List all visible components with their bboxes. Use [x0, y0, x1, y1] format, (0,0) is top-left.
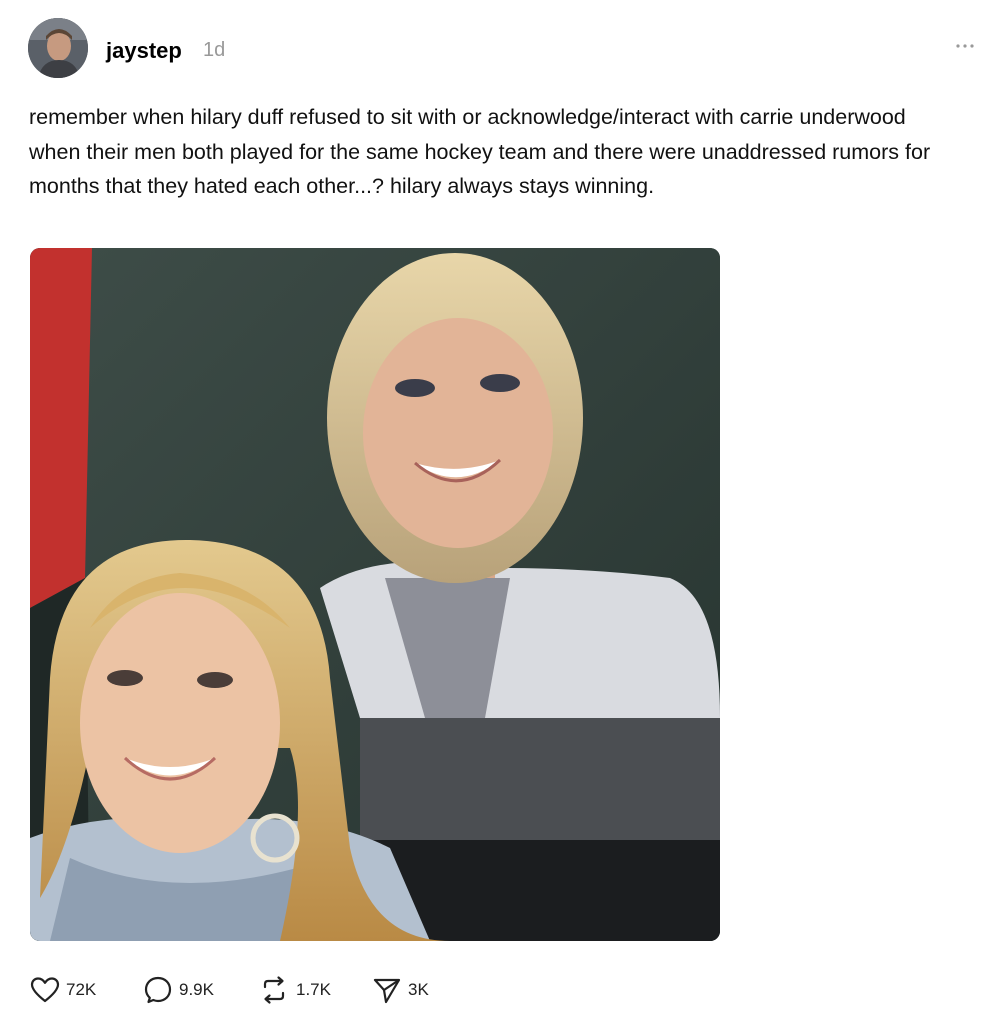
send-icon — [373, 978, 401, 1004]
share-button[interactable]: 3K — [372, 974, 429, 1006]
ellipsis-icon — [956, 44, 974, 48]
reposts-count: 1.7K — [296, 980, 331, 999]
avatar[interactable] — [28, 18, 88, 78]
timestamp: 1d — [203, 39, 226, 61]
heart-icon — [30, 977, 60, 1003]
post-image[interactable] — [30, 248, 720, 941]
post-caption: remember when hilary duff refused to sit… — [29, 105, 931, 198]
more-options-button[interactable] — [952, 36, 980, 52]
comments-count: 9.9K — [179, 980, 214, 999]
comment-button[interactable]: 9.9K — [143, 974, 214, 1006]
username[interactable]: jaystep — [106, 38, 182, 64]
shares-count: 3K — [408, 980, 429, 999]
post-card: jaystep 1d remember when hilary duff ref… — [0, 0, 1001, 1024]
photo-two-women-at-hockey-game-image — [30, 248, 720, 941]
comment-bubble-icon — [144, 976, 172, 1004]
like-button[interactable]: 72K — [30, 974, 96, 1006]
repost-icon — [263, 976, 285, 1004]
repost-button[interactable]: 1.7K — [258, 974, 331, 1006]
likes-count: 72K — [66, 980, 97, 999]
